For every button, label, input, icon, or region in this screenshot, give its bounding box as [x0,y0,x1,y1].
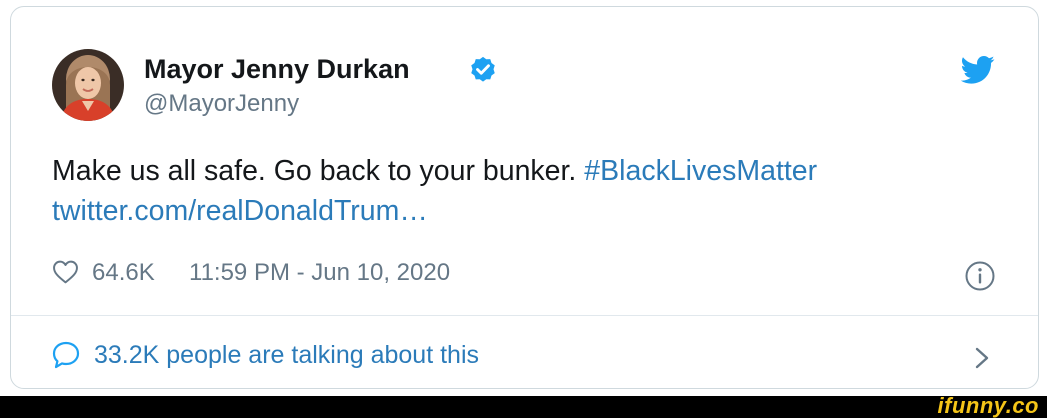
tweet-card: Mayor Jenny Durkan @MayorJenny Make us a… [10,6,1039,389]
chevron-right-icon[interactable] [973,346,991,370]
tweet-timestamp[interactable]: 11:59 PM - Jun 10, 2020 [189,259,450,287]
avatar-image [52,49,124,121]
like-count[interactable]: 64.6K [92,259,155,287]
conversation-row[interactable]: 33.2K people are talking about this [11,315,1038,390]
verified-badge-icon [471,56,495,82]
ifunny-watermark: ifunny.co [937,393,1039,418]
tweet-text: Make us all safe. Go back to your bunker… [52,151,1012,231]
speech-bubble-icon [52,341,80,369]
avatar[interactable] [52,49,124,121]
tweet-body: Make us all safe. Go back to your bunker… [52,155,585,187]
twitter-bird-icon[interactable] [961,55,995,85]
display-name[interactable]: Mayor Jenny Durkan [144,54,410,85]
user-handle[interactable]: @MayorJenny [144,90,299,118]
watermark-bar: ifunny.co [0,393,1047,418]
hashtag-link[interactable]: #BlackLivesMatter [584,155,817,187]
heart-outline-icon[interactable] [52,260,79,284]
conversation-link[interactable]: 33.2K people are talking about this [94,341,479,370]
tweet-url-link[interactable]: twitter.com/realDonaldTrum… [52,195,428,227]
info-circle-icon[interactable] [964,260,996,292]
